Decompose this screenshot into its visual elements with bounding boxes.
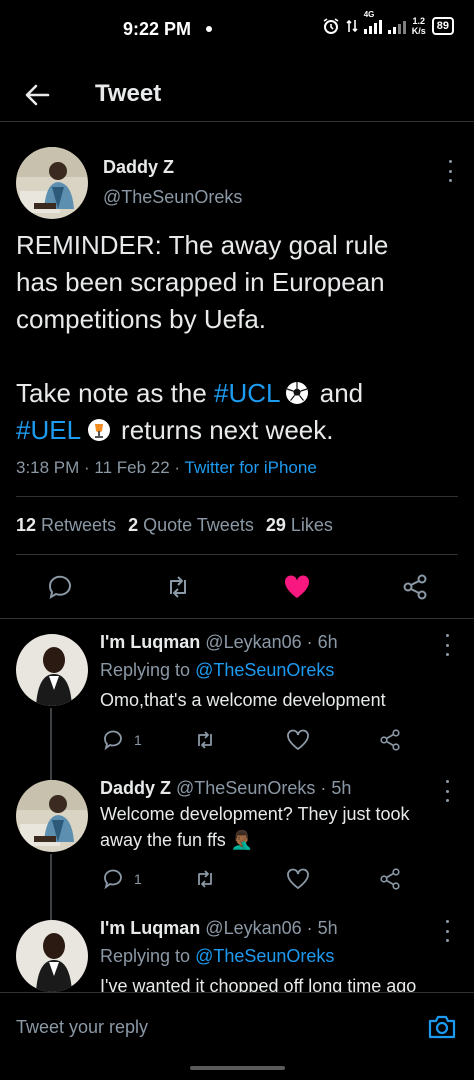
tweet-stats: 12 Retweets 2 Quote Tweets 29 Likes (16, 515, 333, 536)
reply-avatar[interactable] (16, 780, 88, 852)
reply-author-name[interactable]: Daddy Z (100, 778, 171, 798)
camera-icon[interactable] (426, 1011, 458, 1043)
tweet-text-line: has been scrapped in European (16, 267, 385, 297)
network-speed: 1.2 K/s (411, 16, 426, 36)
replying-to: Replying to @TheSeunOreks (100, 946, 335, 966)
notification-dot-icon (206, 26, 212, 32)
tweet-meta: 3:18 PM · 11 Feb 22 · Twitter for iPhone (16, 458, 317, 478)
like-icon[interactable] (282, 572, 312, 602)
tweet-text: REMINDER: The away goal rule has been sc… (16, 227, 460, 449)
soccer-ball-icon (285, 382, 308, 404)
battery-icon: 89 (431, 17, 454, 35)
tweet-text-segment: returns next week. (121, 415, 334, 445)
author-handle[interactable]: @TheSeunOreks (103, 187, 242, 208)
signal-4g-icon: 4G (363, 10, 382, 34)
tweet-timestamp: 3:18 PM · 11 Feb 22 · (16, 458, 185, 477)
replying-to: Replying to @TheSeunOreks (100, 660, 335, 680)
top-bar: Tweet (0, 70, 474, 122)
more-options-icon[interactable] (444, 634, 450, 656)
reply-icon[interactable] (102, 728, 126, 752)
reply-author-name[interactable]: I'm Luqman (100, 632, 200, 652)
gesture-nav-handle[interactable] (190, 1066, 285, 1070)
reply-count: 1 (134, 732, 142, 748)
share-icon[interactable] (378, 867, 402, 891)
author-avatar[interactable] (16, 147, 88, 219)
more-options-icon[interactable] (444, 920, 450, 942)
reply-header: Daddy Z @TheSeunOreks · 5h (100, 778, 351, 799)
reply-avatar[interactable] (16, 634, 88, 706)
reply-icon[interactable] (102, 867, 126, 891)
reply-text: Welcome development? They just took away… (100, 804, 410, 850)
reply-composer: Tweet your reply (0, 992, 474, 1062)
divider (0, 618, 474, 619)
author-name[interactable]: Daddy Z (103, 157, 174, 178)
replying-to-link[interactable]: @TheSeunOreks (195, 946, 334, 966)
quote-tweets-stat[interactable]: 2 Quote Tweets (128, 515, 254, 535)
reply-count: 1 (134, 871, 142, 887)
reply-input[interactable]: Tweet your reply (16, 1017, 148, 1038)
share-icon[interactable] (378, 728, 402, 752)
reply-author-name[interactable]: I'm Luqman (100, 918, 200, 938)
alarm-icon (323, 18, 339, 34)
divider (16, 554, 458, 555)
replying-to-link[interactable]: @TheSeunOreks (195, 660, 334, 680)
status-time: 9:22 PM (123, 19, 192, 39)
share-icon[interactable] (400, 572, 430, 602)
status-bar: 9:22 PM 4G 1.2 K/s 89 (0, 0, 474, 60)
tweet-text-line: competitions by Uefa. (16, 304, 267, 334)
back-arrow-icon[interactable] (22, 80, 52, 110)
retweets-stat[interactable]: 12 Retweets (16, 515, 116, 535)
hashtag-ucl-link[interactable]: #UCL (214, 378, 280, 408)
reply-handle-time: @Leykan06 · 5h (200, 918, 338, 938)
thread-connector (50, 854, 52, 922)
thread-connector (50, 708, 52, 782)
tweet-source-link[interactable]: Twitter for iPhone (185, 458, 317, 477)
reply-avatar[interactable] (16, 920, 88, 992)
reply-header: I'm Luqman @Leykan06 · 6h (100, 632, 338, 653)
reply-header: I'm Luqman @Leykan06 · 5h (100, 918, 338, 939)
likes-stat[interactable]: 29 Likes (266, 515, 333, 535)
tweet-text-segment: Take note as the (16, 378, 215, 408)
status-icons: 4G 1.2 K/s 89 (322, 10, 454, 36)
like-outline-icon[interactable] (286, 728, 310, 752)
signal-icon (387, 18, 406, 34)
reply-icon[interactable] (45, 572, 75, 602)
reply-text: Omo,that's a welcome development (100, 690, 386, 710)
retweet-icon[interactable] (193, 867, 217, 891)
reply-handle-time: @TheSeunOreks · 5h (171, 778, 352, 798)
more-options-icon[interactable] (447, 160, 453, 182)
tweet-text-segment: and (312, 378, 364, 408)
divider (16, 496, 458, 497)
reply-handle-time: @Leykan06 · 6h (200, 632, 338, 652)
more-options-icon[interactable] (444, 780, 450, 802)
retweet-icon[interactable] (163, 572, 193, 602)
retweet-icon[interactable] (193, 728, 217, 752)
data-transfer-icon (346, 19, 358, 33)
tweet-text-line: REMINDER: The away goal rule (16, 230, 389, 260)
page-title: Tweet (95, 80, 162, 107)
like-outline-icon[interactable] (286, 867, 310, 891)
europa-trophy-icon (88, 419, 111, 441)
hashtag-uel-link[interactable]: #UEL (16, 415, 81, 445)
